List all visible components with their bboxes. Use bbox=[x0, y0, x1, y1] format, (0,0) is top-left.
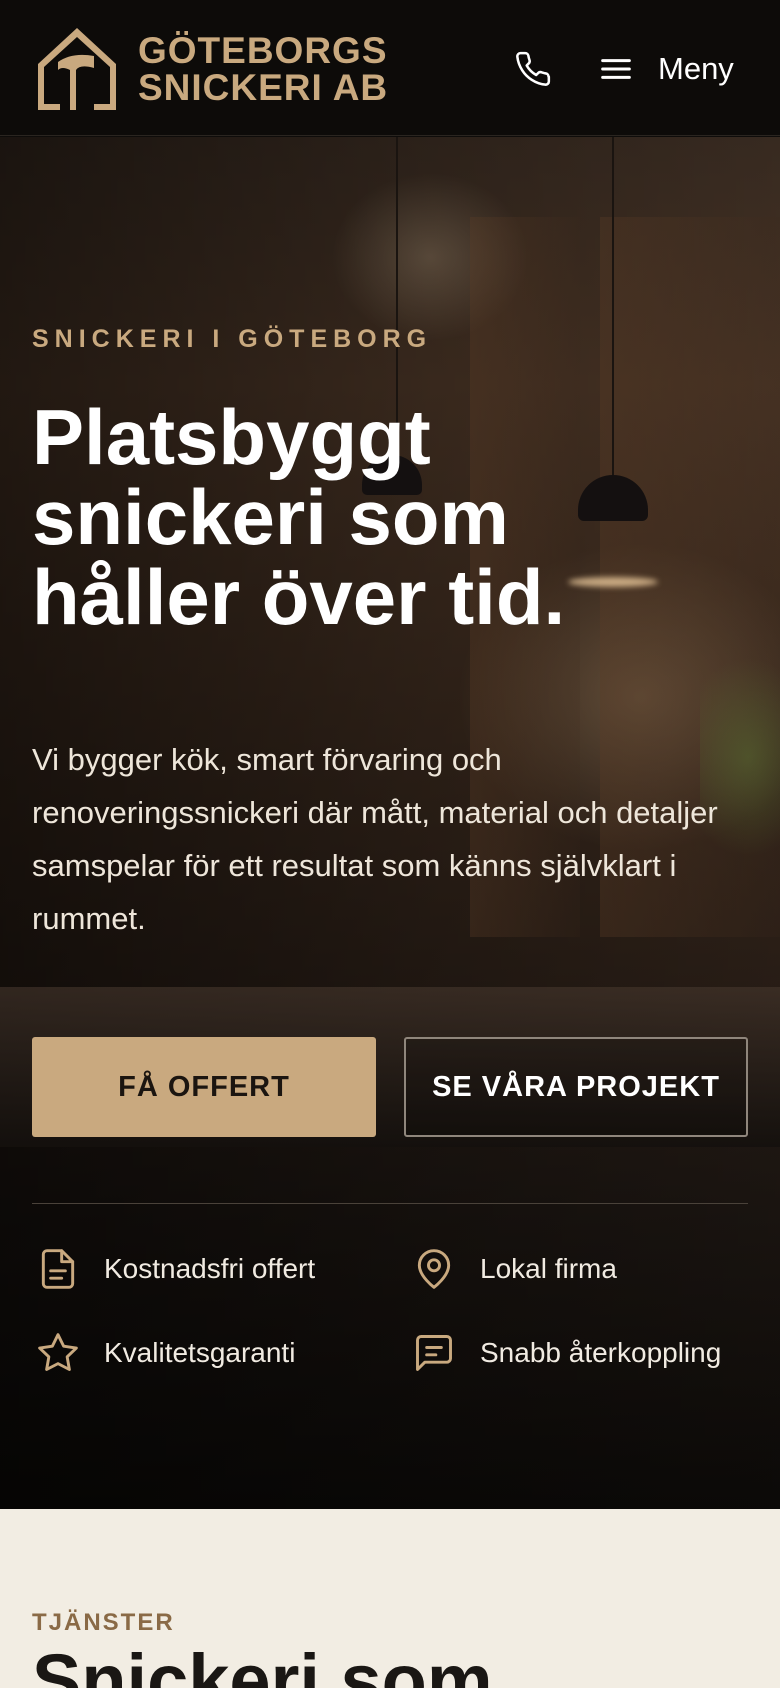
feature-label: Kostnadsfri offert bbox=[104, 1253, 316, 1284]
see-projects-button[interactable]: SE VÅRA PROJEKT bbox=[404, 1037, 748, 1137]
phone-button[interactable] bbox=[508, 44, 558, 94]
feature-label: Lokal firma bbox=[480, 1253, 617, 1284]
menu-label: Meny bbox=[658, 51, 734, 86]
hero-eyebrow: SNICKERI I GÖTEBORG bbox=[32, 325, 433, 353]
chat-icon bbox=[416, 1335, 452, 1371]
feature-item: Kvalitetsgaranti bbox=[36, 1331, 295, 1375]
services-section: TJÄNSTER Snickeri som bbox=[0, 1509, 780, 1688]
hamburger-icon bbox=[601, 59, 631, 79]
house-hammer-icon[interactable] bbox=[32, 24, 122, 114]
hero-lede: Vi bygger kök, smart förvaring och renov… bbox=[32, 742, 718, 936]
feature-label: Kvalitetsgaranti bbox=[104, 1337, 296, 1368]
headline-line-2: snickeri som bbox=[32, 473, 509, 561]
document-icon bbox=[41, 1249, 75, 1289]
feature-label: Snabb återkoppling bbox=[480, 1337, 722, 1368]
menu-button[interactable]: Meny bbox=[596, 44, 734, 94]
get-quote-button[interactable]: FÅ OFFERT bbox=[32, 1037, 376, 1137]
feature-item: Lokal firma bbox=[412, 1247, 617, 1291]
hero-headline: Platsbyggt snickeri som håller över tid. bbox=[32, 397, 752, 637]
services-kicker: TJÄNSTER bbox=[32, 1609, 175, 1636]
phone-icon bbox=[516, 51, 551, 86]
location-pin-icon bbox=[417, 1249, 451, 1289]
headline-line-3: håller över tid. bbox=[32, 553, 566, 641]
site-header: GÖTEBORGS SNICKERI AB Meny bbox=[0, 0, 780, 136]
brand-line-2: SNICKERI AB bbox=[138, 67, 389, 108]
services-title: Snickeri som bbox=[32, 1639, 493, 1688]
star-icon bbox=[38, 1333, 78, 1371]
brand-name[interactable]: GÖTEBORGS SNICKERI AB bbox=[138, 32, 388, 106]
brand-line-1: GÖTEBORGS bbox=[138, 30, 388, 71]
feature-item: Snabb återkoppling bbox=[412, 1331, 721, 1375]
feature-item: Kostnadsfri offert bbox=[36, 1247, 315, 1291]
hero-divider bbox=[32, 1203, 748, 1204]
hero-section: SNICKERI I GÖTEBORG Platsbyggt snickeri … bbox=[0, 137, 780, 1509]
headline-line-1: Platsbyggt bbox=[32, 393, 431, 481]
